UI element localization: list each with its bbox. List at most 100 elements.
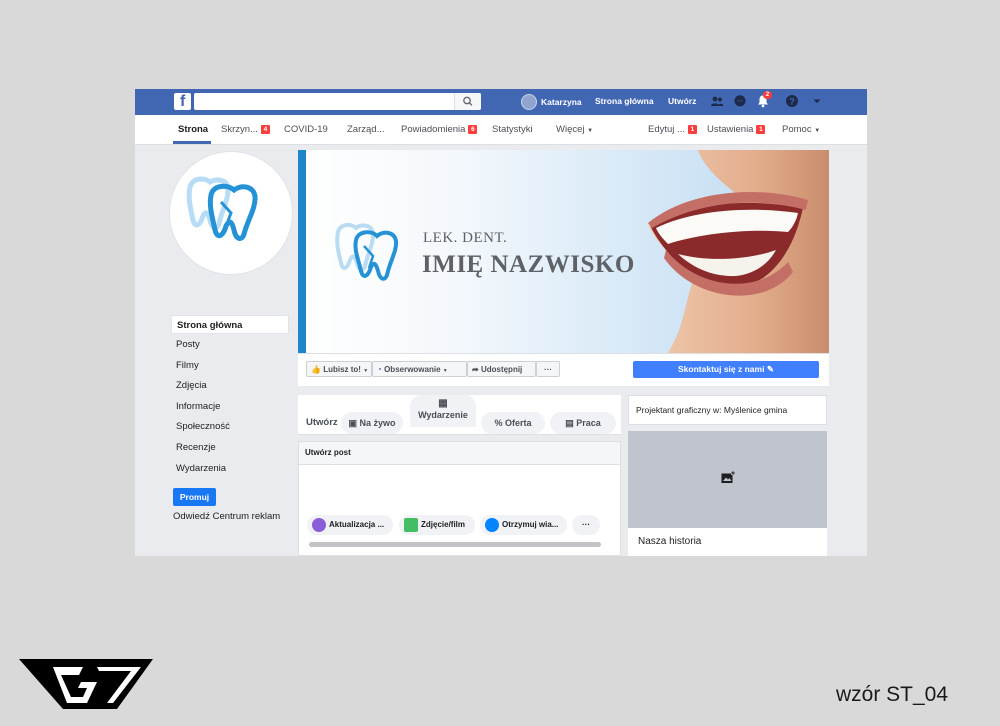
job-button[interactable]: ▤ Praca [550,412,616,434]
create-bar-title: Utwórz [306,417,338,428]
notifications-badge: 2 [763,91,772,99]
event-button-label: Wydarzenie [418,410,468,420]
user-profile-link[interactable]: Katarzyna [521,93,582,111]
follow-button-label: Obserwowanie [384,365,441,374]
chevron-down-icon: ▼ [442,368,448,374]
smile-photo [648,150,829,353]
sidebar-item-about[interactable]: Informacje [171,397,289,416]
more-post-options-button[interactable]: ··· [572,515,600,535]
tooth-logo-icon [335,222,399,281]
avatar [521,94,537,110]
briefcase-icon: ▤ [565,418,574,428]
tab-inbox[interactable]: Skrzyn... 4 [221,124,270,135]
badge: 1 [756,125,766,134]
facebook-page-screenshot: f Katarzyna Strona główna Utwórz 2 ? Str… [135,89,867,556]
tab-insights[interactable]: Statystyki [492,124,533,135]
photo-video-button[interactable]: Zdjęcie/film [399,515,475,535]
tab-edit[interactable]: Edytuj ... 1 [648,124,697,135]
page-category[interactable]: Projektant graficzny w: Myślenice gmina [628,395,827,425]
share-icon: ➦ [472,365,479,374]
friends-icon[interactable] [710,94,724,108]
live-button-label: Na żywo [359,418,396,428]
heart-icon [312,518,326,532]
page-nav: Strona Skrzyn... 4 COVID-19 Zarząd... Pow… [135,115,867,145]
svg-text:?: ? [789,96,795,106]
tab-more[interactable]: Więcej ▼ [556,124,593,135]
search-input[interactable] [194,93,481,110]
create-post-box: Utwórz post Aktualizacja ... Zdjęcie/fil… [298,441,621,556]
share-button-label: Udostępnij [480,365,523,374]
create-post-header: Utwórz post [299,442,620,465]
photo-icon [404,518,418,532]
template-caption: wzór ST_04 [836,683,949,706]
chevron-down-icon: ▼ [814,128,821,134]
video-icon: ▣ [348,418,357,428]
account-menu-chevron-icon[interactable] [810,94,824,108]
top-bar: f Katarzyna Strona główna Utwórz 2 ? [135,89,867,115]
designer-logo-icon [19,659,153,709]
chevron-down-icon: ▼ [363,368,369,374]
facebook-logo-icon[interactable]: f [174,93,191,110]
horizontal-scrollbar[interactable] [309,542,601,547]
post-text-input[interactable] [307,470,607,508]
sidebar-item-reviews[interactable]: Recenzje [171,438,289,457]
get-messages-button[interactable]: Otrzymuj wia... [480,515,567,535]
sidebar-item-posts[interactable]: Posty [171,335,289,354]
thumbs-up-icon: 👍 [311,365,321,374]
status-update-label: Aktualizacja ... [329,520,385,529]
pencil-icon: ✎ [766,364,774,374]
share-button[interactable]: ➦ Udostępnij [467,361,536,377]
tab-help[interactable]: Pomoc ▼ [782,124,820,135]
offer-button[interactable]: % Oferta [481,412,545,434]
home-link[interactable]: Strona główna [595,96,654,106]
sidebar-item-videos[interactable]: Filmy [171,356,289,375]
like-button-label: Lubisz to! [323,365,361,374]
tab-strona[interactable]: Strona [178,124,208,135]
create-bar: Utwórz ▣ Na żywo ▦ Wydarzenie % Oferta ▤… [298,395,621,435]
active-tab-indicator [173,141,211,144]
badge: 6 [468,125,478,134]
offer-button-label: Oferta [505,418,532,428]
follow-button[interactable]: ◔ Obserwowanie ▼ [372,361,467,377]
rss-icon: ◔ [377,365,382,374]
sidebar-item-photos[interactable]: Zdjęcia [171,376,289,395]
user-name: Katarzyna [541,97,582,107]
profile-picture[interactable] [169,151,293,275]
event-button[interactable]: ▦ Wydarzenie [410,395,476,427]
tab-notifications[interactable]: Powiadomienia 6 [401,124,478,135]
page-action-bar: 👍 Lubisz to! ▼ ◔ Obserwowanie ▼ ➦ Udostę… [298,353,829,386]
messenger-icon [485,518,499,532]
badge: 1 [687,125,697,134]
badge: 4 [260,125,270,134]
our-story-section[interactable]: Nasza historia [628,528,827,556]
sidebar-item-community[interactable]: Społeczność [171,417,289,436]
live-button[interactable]: ▣ Na żywo [341,412,403,434]
tooth-logo-icon [186,176,258,241]
messenger-icon[interactable] [733,94,747,108]
contact-us-button[interactable]: Skontaktuj się z nami ✎ [633,361,819,378]
cover-accent-stripe [298,150,306,353]
add-photo-area[interactable] [628,431,827,528]
cover-photo[interactable]: LEK. DENT. IMIĘ NAZWISKO [298,150,829,353]
sidebar-item-home[interactable]: Strona główna [171,315,289,334]
chevron-down-icon: ▼ [587,128,594,134]
job-button-label: Praca [576,418,601,428]
more-options-button[interactable]: ··· [536,361,560,377]
search-button[interactable] [454,93,481,110]
like-button[interactable]: 👍 Lubisz to! ▼ [306,361,372,377]
calendar-icon: ▦ [438,398,448,409]
promote-button[interactable]: Promuj [173,488,216,506]
cover-title-prefix: LEK. DENT. [423,230,508,246]
sidebar-item-events[interactable]: Wydarzenia [171,459,289,478]
create-link[interactable]: Utwórz [668,96,696,106]
photo-video-label: Zdjęcie/film [421,520,466,529]
add-photo-icon [721,471,735,483]
contact-button-label: Skontaktuj się z nami [678,364,765,374]
status-update-button[interactable]: Aktualizacja ... [307,515,393,535]
help-icon[interactable]: ? [785,94,799,108]
ad-center-link[interactable]: Odwiedź Centrum reklam [173,511,280,522]
tab-settings[interactable]: Ustawienia 1 [707,124,766,135]
tab-covid[interactable]: COVID-19 [284,124,328,135]
tab-manage[interactable]: Zarząd... [347,124,385,135]
cover-title-name: IMIĘ NAZWISKO [422,251,635,278]
